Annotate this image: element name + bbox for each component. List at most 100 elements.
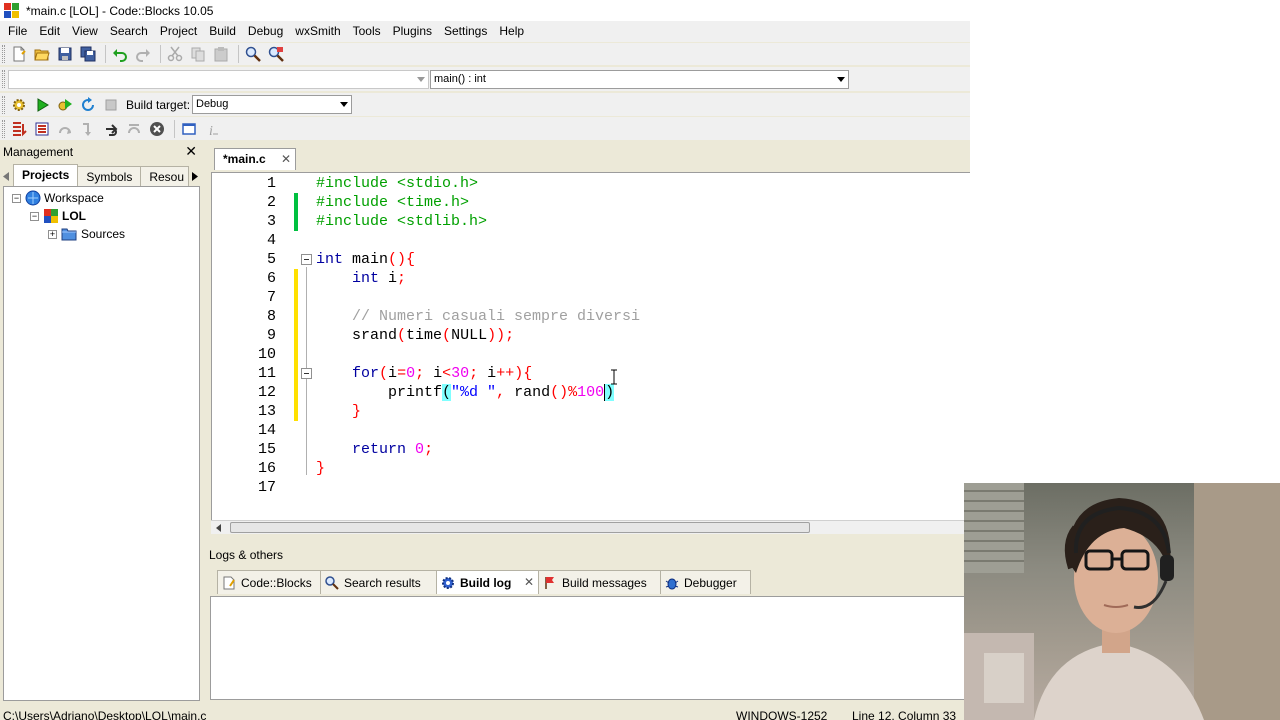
code-text: #include <stdio.h> <box>316 175 479 192</box>
debug-run-to-cursor-icon[interactable] <box>9 119 29 139</box>
build-gear-icon[interactable] <box>9 95 29 115</box>
code-line: 8 // Numeri casuali sempre diversi <box>212 307 969 326</box>
info-icon[interactable]: i <box>202 119 222 139</box>
tree-item-project-lol[interactable]: − LOL <box>30 207 86 225</box>
code-line: 1 #include <stdio.h> <box>212 174 969 193</box>
expand-icon[interactable]: + <box>48 229 57 239</box>
replace-button[interactable] <box>266 44 286 64</box>
build-log-output[interactable] <box>210 596 970 700</box>
step-out-icon[interactable] <box>101 119 121 139</box>
menu-tools[interactable]: Tools <box>347 21 387 42</box>
menu-wxsmith[interactable]: wxSmith <box>289 21 346 42</box>
codeblocks-logo-icon <box>4 3 19 18</box>
management-title: Management <box>3 144 74 159</box>
code-line: 4 <box>212 231 969 250</box>
menu-plugins[interactable]: Plugins <box>387 21 438 42</box>
logs-tabs: Code::Blocks Search results Build log ✕ … <box>207 568 970 594</box>
build-target-select[interactable]: Debug <box>192 95 352 114</box>
paste-button[interactable] <box>211 44 231 64</box>
line-number: 6 <box>266 270 276 287</box>
debug-start-icon[interactable] <box>32 119 52 139</box>
toolbar-grip[interactable] <box>2 95 5 114</box>
run-button[interactable] <box>32 95 52 115</box>
tab-build-log[interactable]: Build log ✕ <box>436 570 539 594</box>
tab-search-results[interactable]: Search results <box>320 570 437 594</box>
toolbar-grip[interactable] <box>2 70 5 88</box>
tab-build-messages[interactable]: Build messages <box>538 570 661 594</box>
scope-combo[interactable] <box>8 70 429 89</box>
close-icon[interactable]: ✕ <box>185 143 197 160</box>
folder-icon <box>61 228 77 241</box>
unsaved-change-marker <box>294 269 298 288</box>
tree-item-sources[interactable]: + Sources <box>48 225 125 243</box>
scroll-left-icon[interactable] <box>216 524 221 532</box>
undo-button[interactable] <box>110 44 130 64</box>
open-file-button[interactable] <box>32 44 52 64</box>
close-icon[interactable]: ✕ <box>524 571 534 593</box>
toolbar-separator <box>238 45 239 63</box>
code-text: for(i=0; i<30; i++){ <box>352 365 533 382</box>
build-and-run-button[interactable] <box>55 95 75 115</box>
close-icon[interactable]: ✕ <box>281 149 291 170</box>
search-icon <box>325 575 339 590</box>
fold-collapse-icon[interactable] <box>301 368 312 379</box>
tab-scroll-left-icon[interactable] <box>0 166 13 186</box>
stop-debugger-icon[interactable] <box>147 119 167 139</box>
tab-symbols[interactable]: Symbols <box>77 166 142 186</box>
menu-help[interactable]: Help <box>493 21 530 42</box>
find-button[interactable] <box>243 44 263 64</box>
tab-debugger[interactable]: Debugger <box>660 570 751 594</box>
tab-resources[interactable]: Resou <box>140 166 190 186</box>
new-file-button[interactable] <box>9 44 29 64</box>
collapse-icon[interactable]: − <box>12 193 21 203</box>
menu-edit[interactable]: Edit <box>33 21 66 42</box>
code-text: #include <stdlib.h> <box>316 213 488 230</box>
save-button[interactable] <box>55 44 75 64</box>
logs-title: Logs & others <box>209 548 284 562</box>
code-line: 13 } <box>212 402 969 421</box>
workspace-icon <box>25 190 41 206</box>
save-all-button[interactable] <box>78 44 98 64</box>
toolbar-separator <box>160 45 161 63</box>
cut-button[interactable] <box>165 44 185 64</box>
tab-main-c[interactable]: *main.c ✕ <box>214 148 296 170</box>
menu-file[interactable]: File <box>2 21 33 42</box>
menu-debug[interactable]: Debug <box>242 21 289 42</box>
tab-codeblocks-log[interactable]: Code::Blocks <box>217 570 321 594</box>
tree-item-workspace[interactable]: − Workspace <box>12 189 104 207</box>
toolbar-grip[interactable] <box>2 45 5 63</box>
fold-collapse-icon[interactable] <box>301 254 312 265</box>
abort-button[interactable] <box>101 95 121 115</box>
code-editor[interactable]: 1 #include <stdio.h> 2 #include <time.h>… <box>211 172 970 522</box>
function-combo[interactable]: main() : int <box>430 70 849 89</box>
tab-projects[interactable]: Projects <box>12 164 79 186</box>
step-over-icon[interactable] <box>55 119 75 139</box>
menu-search[interactable]: Search <box>104 21 154 42</box>
toolbar-grip[interactable] <box>2 119 5 138</box>
copy-button[interactable] <box>188 44 208 64</box>
code-line: 7 <box>212 288 969 307</box>
debug-windows-icon[interactable] <box>179 119 199 139</box>
redo-button[interactable] <box>133 44 153 64</box>
scrollbar-thumb[interactable] <box>230 522 810 533</box>
menu-project[interactable]: Project <box>154 21 203 42</box>
editor-horizontal-scrollbar[interactable] <box>211 520 970 534</box>
window-title: *main.c [LOL] - Code::Blocks 10.05 <box>26 3 214 18</box>
code-line: 3 #include <stdlib.h> <box>212 212 969 231</box>
toolbar-separator <box>174 119 175 138</box>
line-number: 8 <box>266 308 276 325</box>
rebuild-button[interactable] <box>78 95 98 115</box>
tab-scroll-right-icon[interactable] <box>188 166 201 186</box>
step-into-icon[interactable] <box>78 119 98 139</box>
line-number: 13 <box>257 403 276 420</box>
code-text: } <box>352 403 362 420</box>
next-instruction-icon[interactable] <box>124 119 144 139</box>
flag-icon <box>545 576 554 589</box>
collapse-icon[interactable]: − <box>30 211 39 221</box>
menu-bar: File Edit View Search Project Build Debu… <box>0 21 970 42</box>
title-bar: *main.c [LOL] - Code::Blocks 10.05 <box>0 0 970 21</box>
menu-settings[interactable]: Settings <box>438 21 493 42</box>
menu-view[interactable]: View <box>66 21 104 42</box>
code-line: 9 srand(time(NULL)); <box>212 326 969 345</box>
menu-build[interactable]: Build <box>203 21 242 42</box>
